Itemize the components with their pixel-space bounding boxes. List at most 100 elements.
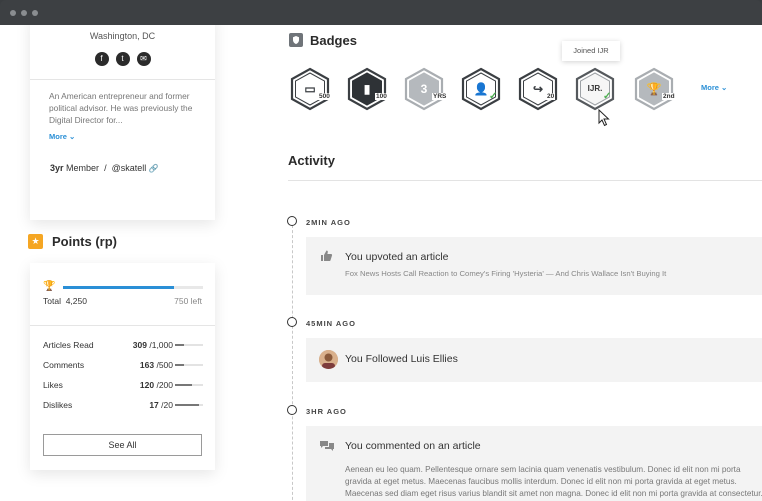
check-icon: ✓: [603, 91, 612, 102]
comment-badge-icon[interactable]: ▭ 500: [288, 67, 332, 111]
avatar[interactable]: [319, 350, 338, 369]
badge-glyph: 🏆: [646, 82, 662, 96]
activity-time: 45MIN AGO: [306, 319, 356, 328]
stat-name: Articles Read: [43, 340, 94, 350]
activity-time: 3HR AGO: [306, 407, 347, 416]
share-badge-icon[interactable]: ↪ 20: [516, 67, 560, 111]
badges-title: Badges: [310, 33, 357, 48]
profile-bio: An American entrepreneur and former poli…: [49, 91, 193, 125]
trophy-badge-icon[interactable]: 🏆 2nd: [632, 67, 676, 111]
window-dot[interactable]: [32, 10, 38, 16]
activity-item-body-line: gravida at eget metus. Maecenas faucibus…: [345, 477, 737, 486]
member-info: 3yr Member / @skatell 🔗: [50, 163, 159, 173]
stat-bar: [175, 364, 203, 366]
clock-icon: [287, 405, 297, 415]
divider: [288, 180, 762, 181]
see-all-button[interactable]: See All: [43, 434, 202, 456]
badge-label: 100: [375, 93, 388, 100]
comment-icon: [320, 440, 334, 455]
stat-row-dislikes: Dislikes 17 /20: [43, 400, 203, 414]
check-icon: ✓: [489, 91, 498, 102]
email-icon[interactable]: ✉: [136, 52, 151, 66]
badge-tooltip: Joined IJR: [562, 41, 620, 61]
timeline-line: [292, 220, 293, 501]
points-title: Points (rp): [52, 234, 117, 249]
points-card: 🏆 Total 4,250 750 left Articles Read 309…: [30, 263, 215, 470]
badge-glyph: ▮: [363, 82, 371, 96]
more-badges-link[interactable]: More ⌄: [701, 83, 727, 92]
article-badge-icon[interactable]: ▮ 100: [345, 67, 389, 111]
activity-card[interactable]: You commented on an article Aenean eu le…: [306, 426, 762, 501]
stat-name: Comments: [43, 360, 85, 370]
badge-glyph: 3: [420, 82, 428, 96]
member-years: 3yr: [50, 163, 64, 173]
stat-bar: [175, 404, 203, 406]
link-icon[interactable]: 🔗: [149, 164, 159, 173]
activity-item-title: You upvoted an article: [345, 251, 449, 263]
stat-fill: [175, 384, 192, 386]
badge-label: 500: [318, 93, 331, 100]
badge-glyph: ↪: [532, 82, 544, 96]
profile-handle[interactable]: @skatell: [112, 163, 147, 173]
stat-row-articles-read: Articles Read 309 /1,000: [43, 340, 203, 354]
badge-glyph: ▭: [304, 82, 316, 96]
stat-bar: [175, 344, 203, 346]
window-chrome: [0, 0, 762, 25]
stat-value: 17 /20: [149, 400, 173, 410]
clock-icon: [287, 317, 297, 327]
mouse-cursor-icon: [598, 108, 610, 132]
total-progress-fill: [63, 286, 174, 289]
badge-label: 20: [546, 93, 556, 100]
stat-fill: [175, 404, 199, 406]
stat-row-likes: Likes 120 /200: [43, 380, 203, 394]
activity-item-body-line: Maecenas sed diam eget risus varius blan…: [345, 489, 762, 498]
activity-item-body-line: Aenean eu leo quam. Pellentesque ornare …: [345, 465, 741, 474]
facebook-icon[interactable]: f: [94, 52, 109, 66]
stat-name: Likes: [43, 380, 63, 390]
twitter-icon[interactable]: t: [115, 52, 130, 66]
badge-shield-icon: [289, 33, 303, 47]
total-points: Total 4,250: [43, 296, 87, 306]
badge-label: 2nd: [662, 93, 676, 100]
trophy-icon: 🏆: [43, 281, 56, 292]
browser-window: Washington, DC f t ✉ An American entrepr…: [0, 0, 762, 501]
years-badge-icon[interactable]: 3 YRS: [402, 67, 448, 111]
window-dot[interactable]: [10, 10, 16, 16]
window-dot[interactable]: [21, 10, 27, 16]
thumbs-up-icon: [320, 249, 333, 265]
profile-card: Washington, DC f t ✉ An American entrepr…: [30, 25, 215, 220]
badge-glyph: 👤: [473, 82, 489, 96]
stat-fill: [175, 344, 184, 346]
total-label: Total: [43, 296, 61, 306]
stat-row-comments: Comments 163 /500: [43, 360, 203, 374]
total-value: 4,250: [65, 296, 87, 306]
activity-item-title: You commented on an article: [345, 440, 481, 452]
ijr-badge-icon[interactable]: IJR. ✓: [573, 67, 617, 111]
stat-name: Dislikes: [43, 400, 73, 410]
bio-more-link[interactable]: More ⌄: [49, 132, 75, 141]
activity-time: 2MIN AGO: [306, 218, 351, 227]
stat-value: 309 /1,000: [132, 340, 173, 350]
profile-location: Washington, DC: [89, 31, 156, 41]
member-separator: /: [104, 163, 107, 173]
badge-label: YRS: [432, 93, 448, 100]
profile-badge-icon[interactable]: 👤 ✓: [459, 67, 503, 111]
total-progress-bar: [63, 286, 203, 289]
stat-value: 163 /500: [139, 360, 173, 370]
stat-fill: [175, 364, 185, 366]
badge-glyph: IJR.: [587, 84, 603, 93]
activity-card[interactable]: You Followed Luis Ellies: [306, 338, 762, 382]
clock-icon: [287, 216, 297, 226]
page: Washington, DC f t ✉ An American entrepr…: [0, 25, 762, 501]
divider: [30, 79, 215, 80]
member-word: Member: [66, 163, 100, 173]
social-links: f t ✉: [30, 52, 215, 66]
activity-title: Activity: [288, 153, 335, 168]
stat-bar: [175, 384, 203, 386]
points-left: 750 left: [174, 296, 202, 306]
activity-card[interactable]: You upvoted an article Fox News Hosts Ca…: [306, 237, 762, 295]
stat-value: 120 /200: [139, 380, 173, 390]
star-icon: ★: [28, 234, 43, 249]
activity-item-subtitle[interactable]: Fox News Hosts Call Reaction to Comey's …: [345, 269, 666, 278]
divider: [30, 325, 215, 326]
